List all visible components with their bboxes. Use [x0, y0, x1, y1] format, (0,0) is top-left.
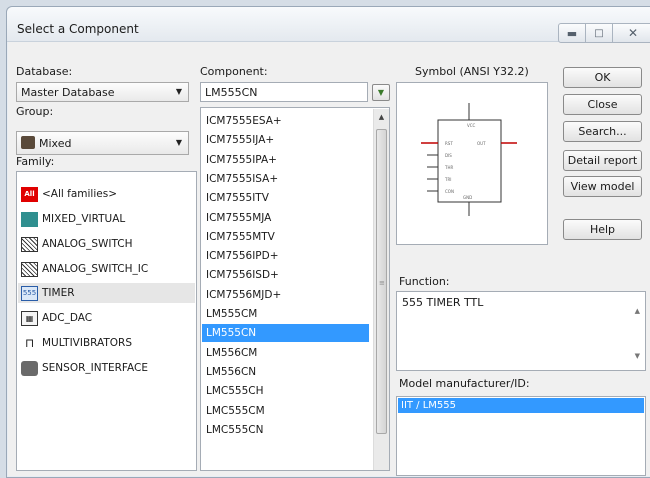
component-item[interactable]: ICM7555ESA+ — [202, 112, 369, 130]
family-item-timer[interactable]: 555 TIMER — [18, 283, 195, 303]
component-item[interactable]: LM555CN — [202, 324, 369, 343]
model-list[interactable]: IIT / LM555 — [396, 396, 646, 476]
component-item[interactable]: LM556CM — [202, 344, 369, 362]
database-select[interactable]: Master Database ▼ — [16, 82, 189, 102]
scroll-down-icon[interactable]: ▼ — [635, 352, 640, 360]
family-list[interactable]: All <All families> MIXED_VIRTUAL ANALOG_… — [16, 171, 197, 471]
component-scrollbar[interactable]: ▲ ≡ — [373, 109, 389, 470]
component-item[interactable]: ICM7555IJA+ — [202, 131, 369, 149]
analog-switch-icon — [21, 236, 38, 252]
model-item-selected[interactable]: IIT / LM555 — [398, 398, 644, 413]
svg-text:OUT: OUT — [477, 141, 486, 146]
timer-icon: 555 — [21, 285, 38, 301]
group-select[interactable]: Mixed ▼ — [16, 131, 189, 155]
search-button[interactable]: Search... — [563, 121, 642, 142]
chevron-down-icon: ▼ — [175, 87, 182, 96]
close-window-button[interactable]: ✕ — [612, 23, 650, 43]
svg-text:VCC: VCC — [467, 123, 476, 128]
component-item[interactable]: ICM7556ISD+ — [202, 266, 369, 284]
component-item[interactable]: ICM7556IPD+ — [202, 247, 369, 265]
function-text: 555 TIMER TTL — [402, 296, 484, 309]
svg-text:RST: RST — [445, 141, 453, 146]
maximize-button[interactable]: □ — [585, 23, 613, 43]
database-value: Master Database — [21, 86, 115, 99]
family-item-all[interactable]: All <All families> — [21, 184, 117, 204]
function-label: Function: — [399, 275, 450, 288]
close-icon: ✕ — [627, 26, 639, 40]
view-model-button[interactable]: View model — [563, 176, 642, 197]
close-button[interactable]: Close — [563, 94, 642, 115]
scroll-up-icon[interactable]: ▲ — [635, 307, 640, 315]
family-item-label: ANALOG_SWITCH — [42, 238, 133, 250]
family-item-label: MIXED_VIRTUAL — [42, 213, 126, 225]
mixed-group-icon — [21, 136, 35, 149]
component-item[interactable]: ICM7555ISA+ — [202, 170, 369, 188]
filter-icon: ▼ — [377, 88, 385, 97]
component-label: Component: — [200, 65, 268, 78]
family-item-multivibrators[interactable]: ⊓ MULTIVIBRATORS — [21, 333, 132, 353]
family-item-label: ADC_DAC — [42, 312, 93, 324]
mixed-virtual-icon — [21, 211, 38, 227]
component-search-value: LM555CN — [205, 86, 258, 99]
group-value: Mixed — [39, 137, 72, 150]
family-label: Family: — [16, 155, 55, 168]
svg-text:TRI: TRI — [444, 177, 451, 182]
grip-icon: ≡ — [379, 279, 385, 287]
chevron-down-icon: ▼ — [175, 138, 182, 147]
analog-switch-ic-icon — [21, 261, 38, 277]
detail-report-button[interactable]: Detail report — [563, 150, 642, 171]
ok-button[interactable]: OK — [563, 67, 642, 88]
family-item-sensor-interface[interactable]: SENSOR_INTERFACE — [21, 358, 148, 378]
family-item-label: <All families> — [42, 188, 117, 200]
component-item[interactable]: LMC555CM — [202, 402, 369, 420]
svg-text:THR: THR — [444, 165, 453, 170]
scroll-up-icon[interactable]: ▲ — [374, 109, 389, 125]
svg-text:DIS: DIS — [445, 153, 452, 158]
family-item-adc-dac[interactable]: ▦ ADC_DAC — [21, 308, 92, 328]
svg-text:CON: CON — [445, 189, 454, 194]
component-item[interactable]: ICM7555MJA — [202, 209, 369, 227]
ic-symbol-icon: VCC RST OUT DIS THR TRI CON GND — [421, 103, 517, 216]
sensor-interface-icon — [21, 360, 38, 376]
family-item-label: SENSOR_INTERFACE — [42, 362, 148, 374]
symbol-preview: VCC RST OUT DIS THR TRI CON GND — [396, 82, 548, 245]
family-item-label: MULTIVIBRATORS — [42, 337, 133, 349]
multivibrator-icon: ⊓ — [24, 336, 35, 350]
component-search-input[interactable]: LM555CN — [200, 82, 368, 102]
minimize-icon: ▬ — [566, 26, 578, 40]
database-label: Database: — [16, 65, 73, 78]
component-item[interactable]: ICM7555MTV — [202, 228, 369, 246]
component-item[interactable]: ICM7556MJD+ — [202, 286, 369, 304]
family-item-label: ANALOG_SWITCH_IC — [42, 263, 149, 275]
select-component-dialog: Select a Component ▬ □ ✕ Database: Maste… — [6, 6, 650, 478]
component-list[interactable]: ICM7555ESA+ ICM7555IJA+ ICM7555IPA+ ICM7555… — [200, 107, 390, 471]
filter-button[interactable]: ▼ — [372, 84, 390, 101]
group-label: Group: — [16, 105, 54, 118]
symbol-label: Symbol (ANSI Y32.2) — [415, 65, 529, 78]
component-item[interactable]: LMC555CH — [202, 382, 369, 400]
component-item[interactable]: ICM7555ITV — [202, 189, 369, 207]
window-title: Select a Component — [17, 22, 139, 36]
help-button[interactable]: Help — [563, 219, 642, 240]
family-item-mixed-virtual[interactable]: MIXED_VIRTUAL — [21, 209, 125, 229]
component-item[interactable]: LM556CN — [202, 363, 369, 381]
family-item-label: TIMER — [42, 287, 75, 299]
component-item[interactable]: LMC555CN — [202, 421, 369, 439]
all-families-icon: All — [21, 186, 38, 202]
model-label: Model manufacturer/ID: — [399, 377, 530, 390]
minimize-button[interactable]: ▬ — [558, 23, 586, 43]
component-item[interactable]: ICM7555IPA+ — [202, 151, 369, 169]
function-textbox[interactable]: 555 TIMER TTL ▲ ▼ — [396, 291, 646, 371]
maximize-icon: □ — [594, 27, 604, 39]
adc-dac-icon: ▦ — [21, 310, 38, 326]
svg-text:GND: GND — [463, 195, 472, 200]
title-bar: Select a Component ▬ □ ✕ — [7, 7, 650, 43]
component-item[interactable]: LM555CM — [202, 305, 369, 323]
family-item-analog-switch[interactable]: ANALOG_SWITCH — [21, 234, 133, 254]
family-item-analog-switch-ic[interactable]: ANALOG_SWITCH_IC — [21, 259, 148, 279]
